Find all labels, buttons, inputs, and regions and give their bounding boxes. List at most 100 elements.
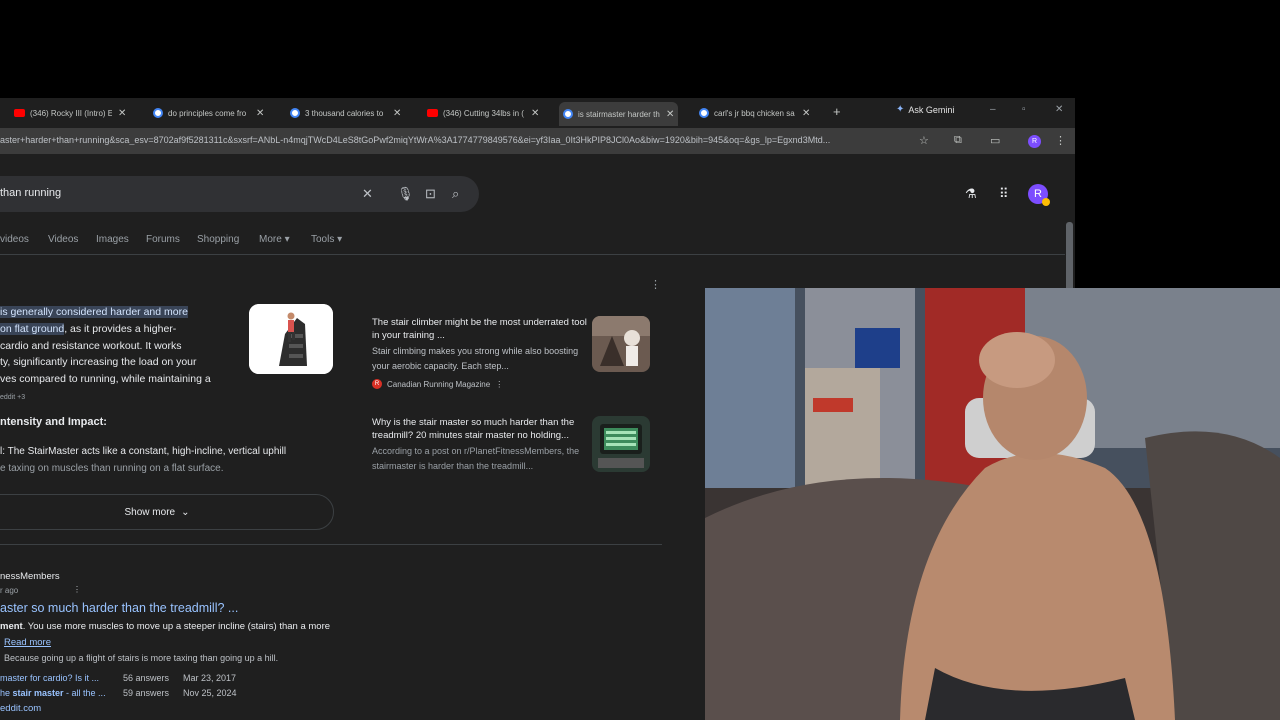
- link-text: - all the ...: [63, 688, 106, 698]
- result-snippet-2: Because going up a flight of stairs is m…: [4, 653, 279, 663]
- extensions-icon[interactable]: ⧉: [954, 134, 962, 147]
- new-tab-button[interactable]: +: [833, 104, 841, 119]
- citation-chip[interactable]: eddit +3: [0, 394, 25, 401]
- answer-count: 59 answers: [123, 688, 170, 698]
- close-icon[interactable]: ✕: [666, 109, 674, 120]
- close-icon[interactable]: ✕: [531, 108, 539, 119]
- url-text[interactable]: aster+harder+than+running&sca_esv=8702af…: [0, 135, 910, 145]
- related-link[interactable]: master for cardio? Is it ...: [0, 673, 99, 683]
- card-title[interactable]: The stair climber might be the most unde…: [372, 316, 590, 342]
- overview-text: cardio and resistance workout. It works: [0, 339, 182, 352]
- kebab-icon[interactable]: ⋮: [495, 380, 503, 389]
- card-image[interactable]: [592, 316, 650, 372]
- youtube-icon: [14, 109, 25, 117]
- caret-down-icon: ▾: [337, 234, 343, 245]
- nav-videos[interactable]: Videos: [48, 234, 78, 245]
- notification-dot: [1042, 198, 1050, 206]
- tab-label: do principles come fro: [168, 108, 247, 118]
- close-icon[interactable]: ✕: [802, 108, 810, 119]
- overview-text: ty, significantly increasing the load on…: [0, 356, 197, 369]
- chevron-down-icon: ⌄: [181, 506, 190, 518]
- microphone-icon[interactable]: 🎙: [397, 186, 414, 202]
- kebab-icon[interactable]: ⋮: [73, 585, 81, 594]
- nav-shopping[interactable]: Shopping: [197, 234, 239, 245]
- close-icon[interactable]: ✕: [393, 108, 401, 119]
- lens-icon[interactable]: ⊡: [425, 186, 436, 202]
- section-text: l: The StairMaster acts like a constant,…: [0, 446, 287, 457]
- avatar-initial: R: [1034, 188, 1042, 200]
- bookmark-star-icon[interactable]: ☆: [919, 134, 929, 147]
- card-snippet: Stair climbing makes you strong while al…: [372, 346, 579, 371]
- window-close-icon[interactable]: ✕: [1055, 104, 1063, 115]
- menu-kebab-icon[interactable]: ⋮: [1055, 134, 1066, 147]
- result-site-name[interactable]: nessMembers: [0, 571, 60, 582]
- show-more-button[interactable]: Show more ⌄: [0, 494, 334, 530]
- account-avatar[interactable]: R: [1028, 184, 1050, 206]
- result-title-link[interactable]: aster so much harder than the treadmill?…: [0, 601, 238, 615]
- section-heading: ntensity and Impact:: [0, 416, 107, 428]
- read-more-link[interactable]: Read more: [4, 637, 51, 648]
- section-body: l: The StairMaster acts like a constant,…: [0, 444, 340, 477]
- google-icon: [699, 108, 709, 118]
- tab-carls[interactable]: carl's jr bbq chicken sa ✕: [699, 104, 810, 122]
- ask-gemini-label: Ask Gemini: [908, 104, 955, 115]
- tab-principles[interactable]: do principles come fro ✕: [153, 104, 264, 122]
- stair-climber-thumbnail[interactable]: [249, 304, 333, 374]
- google-icon: [290, 108, 300, 118]
- snippet-text: . You use more muscles to move up a stee…: [22, 621, 331, 632]
- show-more-label: Show more: [124, 506, 176, 518]
- search-input[interactable]: than running: [0, 187, 61, 199]
- nav-more[interactable]: More ▾: [259, 234, 290, 245]
- cast-icon[interactable]: ▭: [990, 134, 1000, 147]
- source-card[interactable]: The stair climber might be the most unde…: [372, 316, 652, 396]
- source-name: Canadian Running Magazine: [387, 379, 491, 389]
- more-options-icon[interactable]: ⋮: [650, 278, 661, 291]
- maximize-icon[interactable]: ▫: [1022, 104, 1026, 115]
- caret-down-icon: ▾: [284, 234, 290, 245]
- nav-more-label: More: [259, 234, 282, 245]
- source-logo-icon: R: [372, 379, 382, 389]
- tab-label: (346) Cutting 34lbs in (: [443, 108, 524, 118]
- related-link[interactable]: he stair master - all the ...: [0, 688, 106, 698]
- tab-bar: (346) Rocky III (Intro) E ✕ do principle…: [0, 98, 1075, 126]
- link-bold: stair master: [12, 688, 64, 698]
- section-divider: [0, 544, 662, 545]
- tab-rocky[interactable]: (346) Rocky III (Intro) E ✕: [14, 104, 126, 122]
- snippet-bold: ment: [0, 621, 23, 632]
- tab-cutting[interactable]: (346) Cutting 34lbs in ( ✕: [427, 104, 539, 122]
- gemini-icon: ✦: [896, 104, 905, 115]
- youtube-icon: [427, 109, 438, 117]
- nav-forums[interactable]: Forums: [146, 234, 180, 245]
- apps-grid-icon[interactable]: ⠿: [999, 186, 1009, 202]
- nav-short-videos[interactable]: videos: [0, 234, 29, 245]
- answer-date: Nov 25, 2024: [183, 688, 237, 698]
- source-card[interactable]: Why is the stair master so much harder t…: [372, 416, 652, 496]
- tab-label: (346) Rocky III (Intro) E: [30, 108, 112, 118]
- nav-tools[interactable]: Tools ▾: [311, 234, 342, 245]
- nav-images[interactable]: Images: [96, 234, 129, 245]
- card-title[interactable]: Why is the stair master so much harder t…: [372, 416, 590, 442]
- card-source: R Canadian Running Magazine ⋮: [372, 379, 503, 389]
- search-icon[interactable]: ⌕: [452, 186, 459, 202]
- tab-calories[interactable]: 3 thousand calories to ✕: [290, 104, 401, 122]
- nav-divider: [0, 254, 1065, 255]
- tab-label: 3 thousand calories to: [305, 108, 384, 118]
- tab-label: is stairmaster harder th: [578, 109, 660, 119]
- webcam-overlay: [705, 288, 1280, 720]
- labs-flask-icon[interactable]: ⚗: [965, 186, 977, 202]
- tab-stairmaster[interactable]: is stairmaster harder th ✕: [559, 102, 679, 126]
- answer-date: Mar 23, 2017: [183, 673, 237, 683]
- search-box[interactable]: than running ✕ 🎙 ⊡ ⌕: [0, 176, 479, 212]
- profile-avatar[interactable]: R: [1028, 135, 1041, 148]
- more-results-link[interactable]: eddit.com: [0, 703, 41, 714]
- close-icon[interactable]: ✕: [256, 108, 264, 119]
- google-icon: [563, 109, 573, 119]
- card-image[interactable]: [592, 416, 650, 472]
- result-snippet: ment. You use more muscles to move up a …: [0, 621, 330, 632]
- clear-icon[interactable]: ✕: [362, 186, 373, 202]
- minimize-icon[interactable]: –: [990, 104, 996, 115]
- close-icon[interactable]: ✕: [118, 108, 126, 119]
- link-text: he: [0, 688, 13, 698]
- ask-gemini-button[interactable]: ✦ Ask Gemini: [896, 104, 954, 115]
- address-bar[interactable]: aster+harder+than+running&sca_esv=8702af…: [0, 128, 1075, 154]
